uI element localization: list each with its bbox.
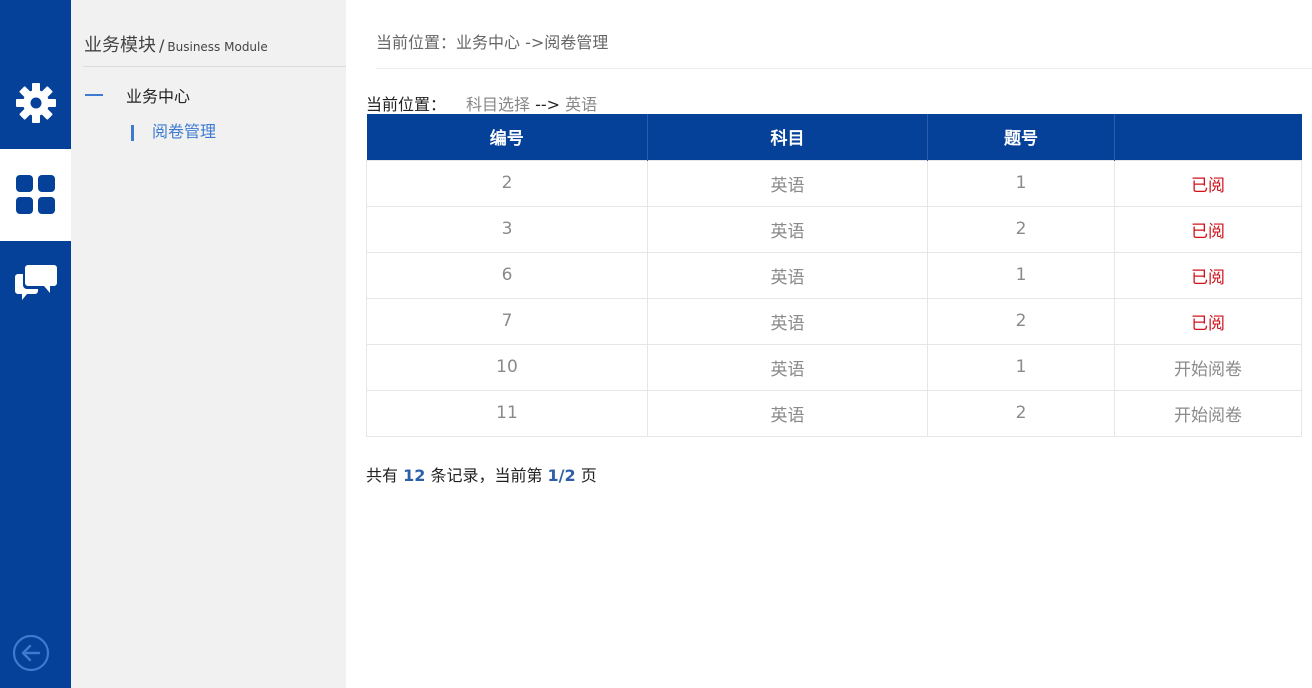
back-button[interactable] <box>12 634 50 672</box>
start-grading-link[interactable]: 开始阅卷 <box>1114 343 1302 391</box>
cell-id: 6 <box>366 251 648 299</box>
sidebar-title: 业务模块 / Business Module <box>84 31 268 57</box>
gear-icon <box>15 83 56 123</box>
page-breadcrumb: 当前位置：业务中心 ->阅卷管理 <box>376 33 609 52</box>
sidebar-title-slash: / <box>159 36 165 55</box>
read-status-link[interactable]: 已阅 <box>1114 297 1302 345</box>
pager-prefix: 共有 <box>366 466 404 485</box>
rail-modules-button[interactable] <box>0 149 71 241</box>
table-row: 2 英语 1 已阅 <box>366 159 1302 207</box>
read-status-link[interactable]: 已阅 <box>1114 159 1302 207</box>
read-status-link[interactable]: 已阅 <box>1114 251 1302 299</box>
cell-id: 3 <box>366 205 648 253</box>
active-indicator <box>131 125 134 141</box>
pager-current-page: 1/2 <box>547 466 576 485</box>
sidebar-divider <box>83 66 346 67</box>
table-row: 11 英语 2 开始阅卷 <box>366 389 1302 437</box>
start-grading-link[interactable]: 开始阅卷 <box>1114 389 1302 437</box>
collapse-dash-icon <box>85 94 103 96</box>
sidebar-group-business-center[interactable]: 业务中心 <box>85 84 190 106</box>
table-header-row: 编号 科目 题号 <box>366 114 1302 160</box>
cell-id: 10 <box>366 343 648 391</box>
icon-rail <box>0 0 71 688</box>
sidebar-group-label: 业务中心 <box>126 87 191 106</box>
table-row: 10 英语 1 开始阅卷 <box>366 343 1302 391</box>
pager-total-count: 12 <box>403 466 426 485</box>
subject-breadcrumb-path[interactable]: 科目选择 <box>466 95 530 114</box>
cell-id: 2 <box>366 159 648 207</box>
cell-subject: 英语 <box>647 389 928 437</box>
pager-suffix: 页 <box>575 466 597 485</box>
cell-question-number: 1 <box>927 251 1115 299</box>
subject-breadcrumb-subject: 英语 <box>565 95 598 114</box>
cell-subject: 英语 <box>647 205 928 253</box>
pagination-summary: 共有 12 条记录，当前第 1/2 页 <box>366 462 597 486</box>
arrow-left-circle-icon <box>12 634 50 672</box>
sidebar-title-text: 业务模块 <box>84 35 156 56</box>
cell-id: 11 <box>366 389 648 437</box>
chat-icon <box>14 265 57 300</box>
subject-breadcrumb-label: 当前位置： <box>366 95 447 114</box>
grading-table: 编号 科目 题号 2 英语 1 已阅 3 英语 2 已阅 6 英语 1 已阅 7… <box>366 114 1302 437</box>
cell-subject: 英语 <box>647 297 928 345</box>
pager-middle: 条记录，当前第 <box>425 466 548 485</box>
sidebar-subtitle: Business Module <box>167 40 268 54</box>
cell-subject: 英语 <box>647 343 928 391</box>
cell-question-number: 2 <box>927 297 1115 345</box>
cell-question-number: 1 <box>927 159 1115 207</box>
subject-breadcrumb-arrow: --> <box>530 95 566 114</box>
cell-subject: 英语 <box>647 251 928 299</box>
cell-subject: 英语 <box>647 159 928 207</box>
table-row: 7 英语 2 已阅 <box>366 297 1302 345</box>
rail-settings-button[interactable] <box>0 57 71 149</box>
column-header-id: 编号 <box>366 114 648 160</box>
rail-messages-button[interactable] <box>0 241 71 325</box>
cell-question-number: 1 <box>927 343 1115 391</box>
subject-breadcrumb: 当前位置： 科目选择 --> 英语 <box>366 91 597 115</box>
table-row: 3 英语 2 已阅 <box>366 205 1302 253</box>
module-sidebar: 业务模块 / Business Module 业务中心 阅卷管理 <box>71 0 346 688</box>
cell-id: 7 <box>366 297 648 345</box>
table-row: 6 英语 1 已阅 <box>366 251 1302 299</box>
cell-question-number: 2 <box>927 389 1115 437</box>
read-status-link[interactable]: 已阅 <box>1114 205 1302 253</box>
column-header-action <box>1114 114 1302 160</box>
column-header-question-number: 题号 <box>927 114 1115 160</box>
cell-question-number: 2 <box>927 205 1115 253</box>
column-header-subject: 科目 <box>647 114 928 160</box>
header-divider <box>376 68 1312 69</box>
sidebar-item-label: 阅卷管理 <box>152 122 217 141</box>
sidebar-item-exam-grading[interactable]: 阅卷管理 <box>131 119 216 141</box>
grid-icon <box>15 175 55 214</box>
